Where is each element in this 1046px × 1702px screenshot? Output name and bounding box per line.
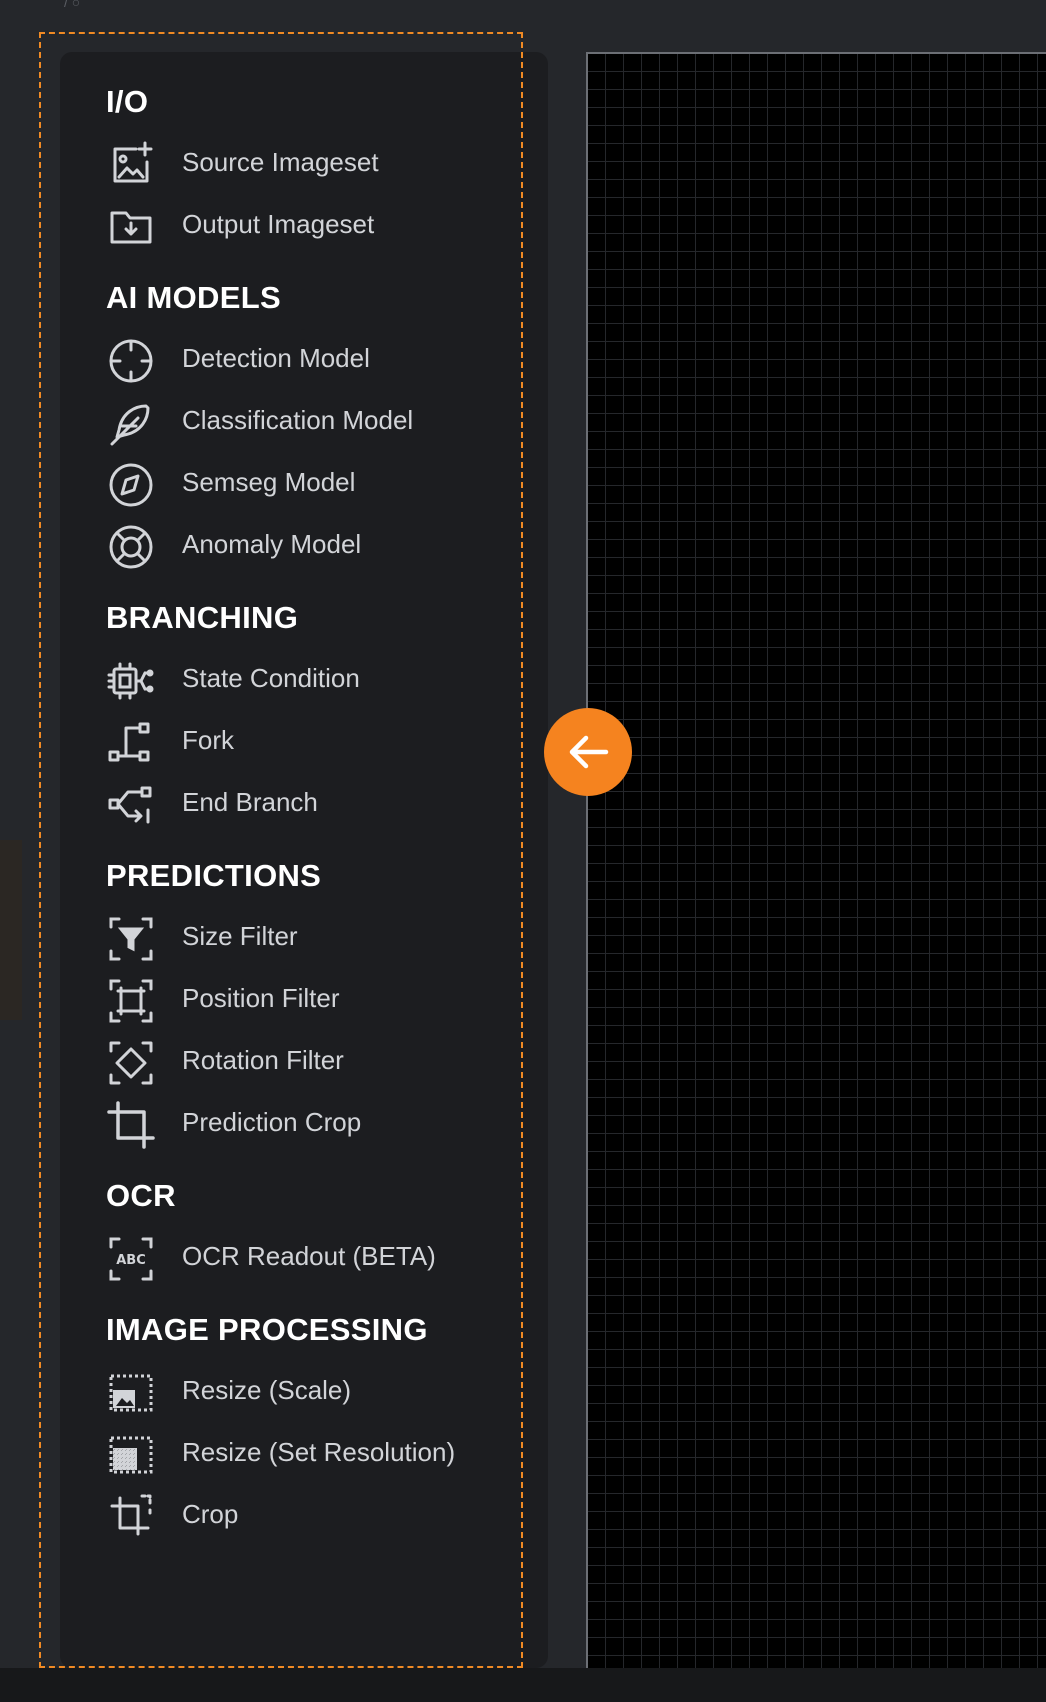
palette-item-crop[interactable]: Crop xyxy=(106,1488,526,1542)
crop-icon xyxy=(106,1100,156,1150)
section-title-ai-models: AI MODELS xyxy=(106,280,281,315)
fork-icon xyxy=(106,718,156,768)
palette-item-label: Position Filter xyxy=(182,983,340,1013)
palette-item-end-branch[interactable]: End Branch xyxy=(106,776,526,830)
palette-item-label: Rotation Filter xyxy=(182,1045,344,1075)
filter-frame-icon xyxy=(106,914,156,964)
palette-item-label: End Branch xyxy=(182,787,318,817)
palette-item-label: Detection Model xyxy=(182,343,370,373)
palette-item-label: Classification Model xyxy=(182,405,414,435)
merge-icon xyxy=(106,780,156,830)
section-title-ocr: OCR xyxy=(106,1178,176,1213)
palette-item-label: Output Imageset xyxy=(182,209,375,239)
palette-item-resize-scale[interactable]: Resize (Scale) xyxy=(106,1364,526,1418)
compass-icon xyxy=(106,460,156,510)
palette-item-source-imageset[interactable]: Source Imageset xyxy=(106,136,526,190)
bottom-bar xyxy=(0,1668,1046,1702)
top-strip: / ○ xyxy=(0,0,1046,18)
palette-item-label: Resize (Scale) xyxy=(182,1375,352,1405)
section-title-image-processing: IMAGE PROCESSING xyxy=(106,1312,428,1347)
left-edge-shade xyxy=(0,840,22,1020)
folder-download-icon xyxy=(106,202,156,252)
section-title-io: I/O xyxy=(106,84,149,119)
palette-item-label: Size Filter xyxy=(182,921,298,951)
palette-item-label: OCR Readout (BETA) xyxy=(182,1241,436,1271)
palette-item-label: Resize (Set Resolution) xyxy=(182,1437,456,1467)
palette-item-label: Source Imageset xyxy=(182,147,379,177)
resize-resolution-icon xyxy=(106,1430,156,1480)
workflow-canvas[interactable] xyxy=(586,52,1046,1668)
palette-item-fork[interactable]: Fork xyxy=(106,714,526,768)
palette-item-label: Fork xyxy=(182,725,234,755)
position-frame-icon xyxy=(106,976,156,1026)
palette-item-ocr-readout[interactable]: ABC OCR Readout (BETA) xyxy=(106,1230,526,1284)
palette-item-label: Prediction Crop xyxy=(182,1107,362,1137)
palette-item-resize-set-resolution[interactable]: Resize (Set Resolution) xyxy=(106,1426,526,1480)
breadcrumb: / ○ xyxy=(64,0,81,10)
palette-item-semseg-model[interactable]: Semseg Model xyxy=(106,456,526,510)
crop-dashed-icon xyxy=(106,1492,156,1542)
palette-item-detection-model[interactable]: Detection Model xyxy=(106,332,526,386)
image-add-icon xyxy=(106,140,156,190)
collapse-sidebar-button[interactable] xyxy=(544,708,632,796)
resize-scale-icon xyxy=(106,1368,156,1418)
palette-item-prediction-crop[interactable]: Prediction Crop xyxy=(106,1096,526,1150)
lifebuoy-icon xyxy=(106,522,156,572)
palette-item-label: Anomaly Model xyxy=(182,529,362,559)
section-title-predictions: PREDICTIONS xyxy=(106,858,322,893)
node-palette-sidebar: I/O Source Imageset Output Imageset AI M… xyxy=(60,52,548,1668)
palette-item-anomaly-model[interactable]: Anomaly Model xyxy=(106,518,526,572)
crosshair-icon xyxy=(106,336,156,386)
chip-condition-icon xyxy=(106,656,156,706)
palette-item-position-filter[interactable]: Position Filter xyxy=(106,972,526,1026)
palette-item-label: Crop xyxy=(182,1499,239,1529)
palette-item-state-condition[interactable]: State Condition xyxy=(106,652,526,706)
palette-item-label: Semseg Model xyxy=(182,467,356,497)
arrow-left-icon xyxy=(569,735,609,769)
palette-item-rotation-filter[interactable]: Rotation Filter xyxy=(106,1034,526,1088)
feather-icon xyxy=(106,398,156,448)
abc-frame-icon: ABC xyxy=(106,1234,156,1284)
abc-icon-text: ABC xyxy=(116,1253,146,1268)
palette-item-label: State Condition xyxy=(182,663,360,693)
section-title-branching: BRANCHING xyxy=(106,600,299,635)
palette-item-classification-model[interactable]: Classification Model xyxy=(106,394,526,448)
palette-item-output-imageset[interactable]: Output Imageset xyxy=(106,198,526,252)
rotation-frame-icon xyxy=(106,1038,156,1088)
palette-item-size-filter[interactable]: Size Filter xyxy=(106,910,526,964)
